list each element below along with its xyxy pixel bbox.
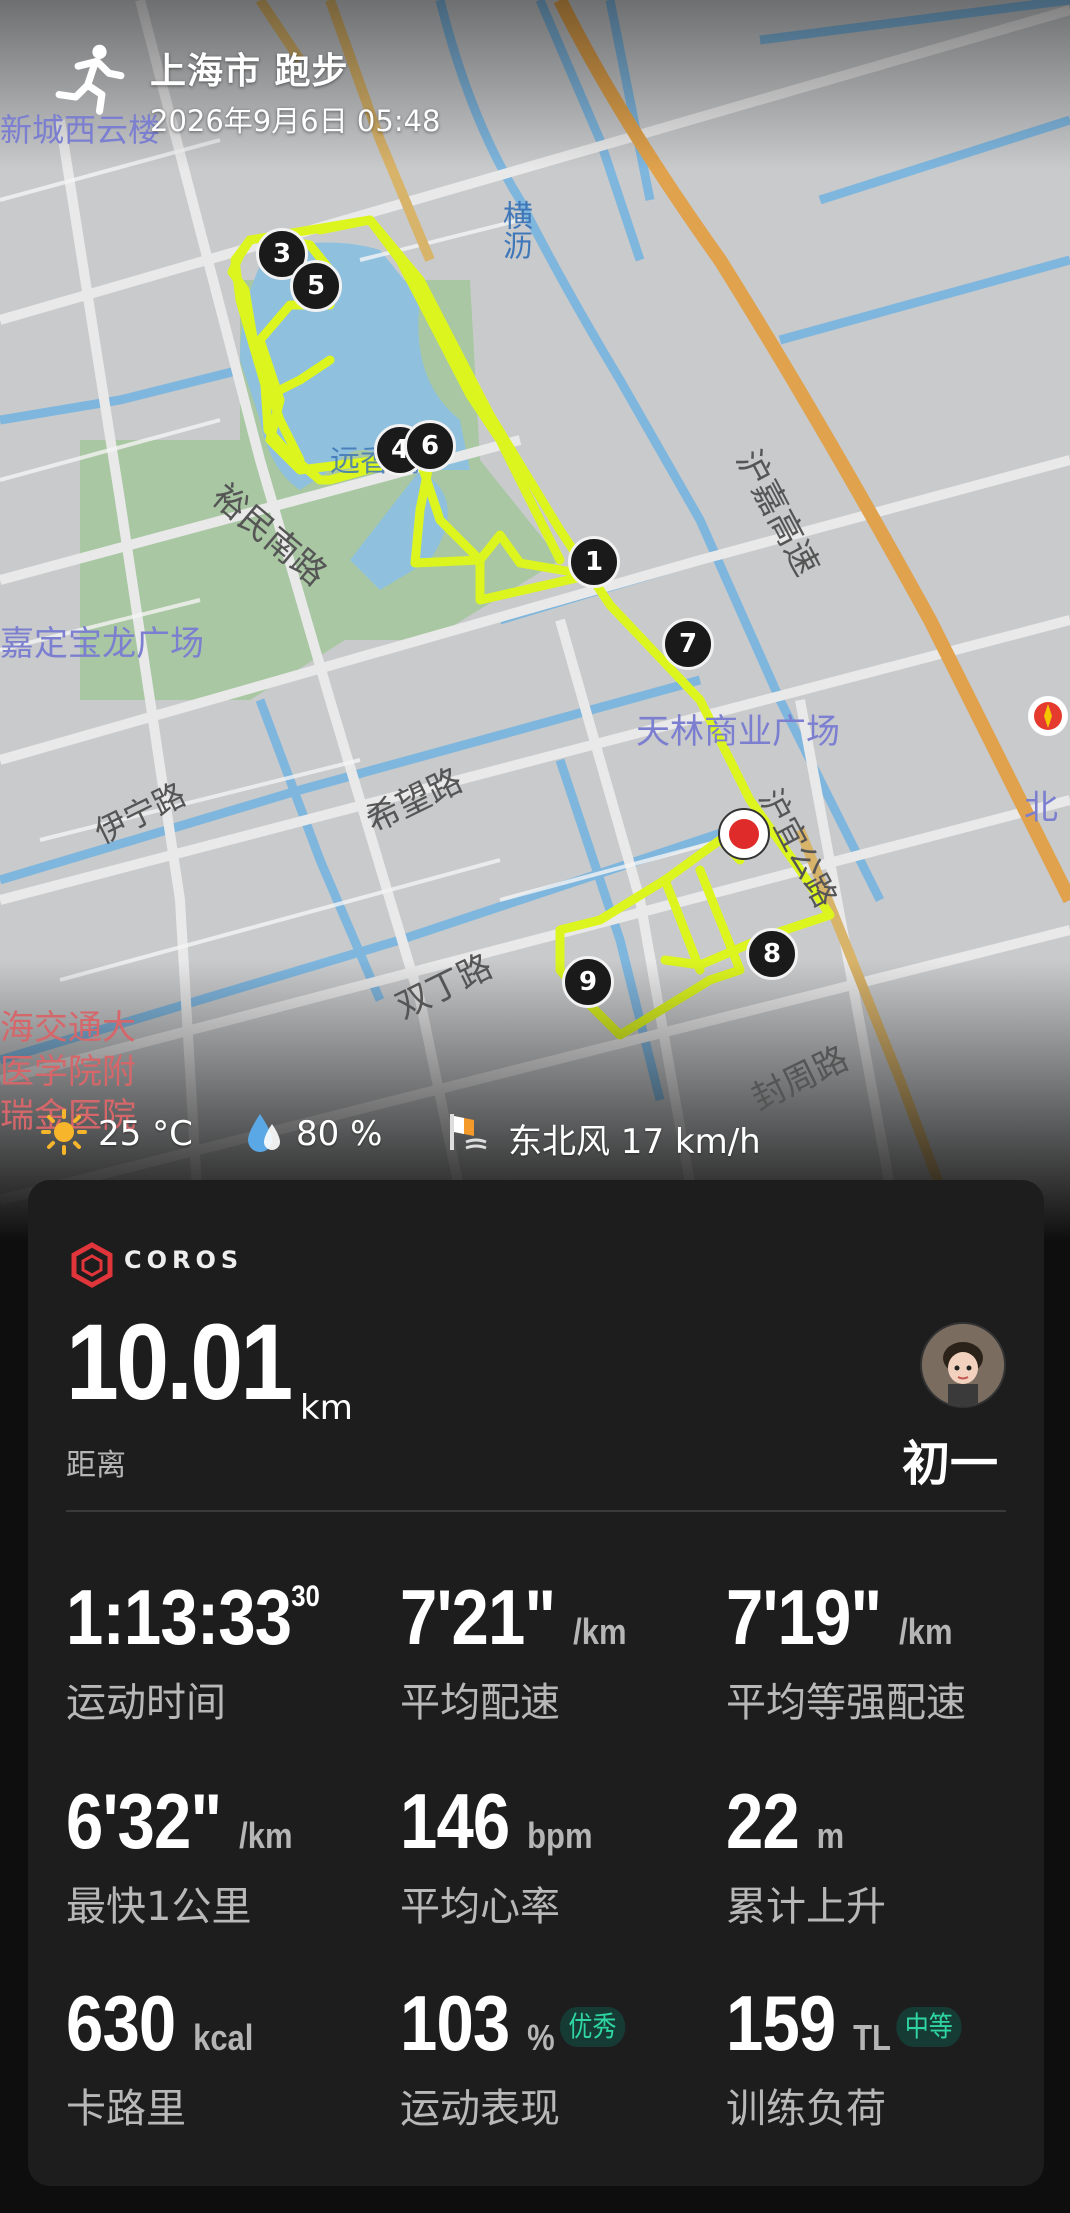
km-marker-8[interactable]: 8 — [746, 928, 798, 980]
sun-icon — [41, 1109, 87, 1155]
metric-time-value: 1:13:3330 — [66, 1573, 320, 1661]
km-marker-7[interactable]: 7 — [662, 618, 714, 670]
metric-heart-rate-value: 146 bpm — [400, 1777, 593, 1865]
username: 初一 — [902, 1436, 999, 1492]
card-divider — [66, 1510, 1006, 1512]
metric-calories-value: 630 kcal — [66, 1979, 254, 2067]
metric-ascent-value: 22 m — [726, 1777, 845, 1865]
distance-value: 10.01 — [66, 1301, 293, 1422]
metric-ascent-label: 累计上升 — [726, 1884, 886, 1930]
metric-fastest-km-value: 6'32" /km — [66, 1777, 293, 1865]
brand-name: COROS — [124, 1246, 244, 1274]
humidity-value: 80 % — [296, 1114, 383, 1154]
metric-time: 1:13:3330 运动时间 — [66, 1573, 386, 1726]
training-load-badge: 中等 — [896, 2007, 962, 2047]
km-marker-9[interactable]: 9 — [562, 956, 614, 1008]
metric-fastest-km-label: 最快1公里 — [66, 1884, 252, 1930]
metric-training-load: 159 TL 中等 训练负荷 — [726, 1984, 1026, 2132]
performance-badge: 优秀 — [559, 2007, 626, 2047]
temperature-value: 25 °C — [98, 1114, 193, 1154]
wind-icon — [450, 1114, 487, 1150]
metric-grade-pace: 7'19" /km 平均等强配速 — [726, 1573, 1046, 1726]
metric-time-label: 运动时间 — [66, 1680, 226, 1726]
metric-calories-label: 卡路里 — [66, 2086, 186, 2132]
activity-datetime: 2026年9月6日 05:48 — [150, 104, 441, 138]
brand-logo: COROS — [70, 1242, 238, 1288]
humidity-icon — [248, 1114, 280, 1152]
metric-calories: 630 kcal 卡路里 — [66, 1979, 386, 2132]
metric-avg-pace-value: 7'21" /km — [400, 1573, 627, 1661]
metric-time-centiseconds: 30 — [291, 1580, 320, 1613]
map-label-baolong: 嘉定宝龙广场 — [0, 624, 204, 664]
wind-value: 东北风 17 km/h — [508, 1122, 761, 1162]
metric-fastest-km: 6'32" /km 最快1公里 — [66, 1777, 386, 1930]
metric-performance-value: 103 % 优秀 — [400, 1984, 626, 2062]
km-marker-5[interactable]: 5 — [290, 260, 342, 312]
metric-avg-pace: 7'21" /km 平均配速 — [400, 1573, 720, 1726]
metric-heart-rate-label: 平均心率 — [400, 1884, 560, 1930]
map-label-hospital-2: 医学院附 — [0, 1052, 136, 1092]
map-label-hospital-1: 海交通大 — [0, 1008, 136, 1048]
avatar-image — [922, 1324, 1004, 1406]
metric-training-load-label: 训练负荷 — [726, 2086, 886, 2132]
metric-performance: 103 % 优秀 运动表现 — [400, 1984, 730, 2132]
avatar[interactable] — [920, 1322, 1006, 1408]
route-map[interactable]: 新城西云楼 横沥 沪嘉高速 裕民南路 嘉定宝龙广场 天林商业广场 伊宁路 希望路… — [0, 0, 1070, 1240]
activity-title: 上海市 跑步 — [150, 51, 349, 92]
stats-card: COROS 10.01 km 距离 初一 1:13:3330 运动时间 7'21… — [28, 1180, 1044, 2186]
end-point-marker[interactable] — [718, 808, 770, 860]
metric-grade-pace-label: 平均等强配速 — [726, 1680, 966, 1726]
map-label-bei: 北 — [1024, 788, 1058, 828]
map-label-tianlin: 天林商业广场 — [636, 712, 840, 752]
distance-unit: km — [300, 1388, 353, 1428]
gas-station-icon — [1028, 696, 1068, 736]
distance-label: 距离 — [66, 1448, 126, 1483]
metric-training-load-value: 159 TL 中等 — [726, 1984, 962, 2062]
metric-performance-label: 运动表现 — [400, 2086, 560, 2132]
metric-ascent: 22 m 累计上升 — [726, 1777, 1046, 1930]
coros-logo-icon — [71, 1242, 113, 1288]
map-label-hengli: 横沥 — [497, 200, 532, 260]
metric-heart-rate: 146 bpm 平均心率 — [400, 1777, 720, 1930]
running-icon — [55, 44, 125, 115]
km-marker-6[interactable]: 6 — [404, 420, 456, 472]
km-marker-1[interactable]: 1 — [568, 536, 620, 588]
metric-grade-pace-value: 7'19" /km — [726, 1573, 953, 1661]
metric-avg-pace-label: 平均配速 — [400, 1680, 560, 1726]
